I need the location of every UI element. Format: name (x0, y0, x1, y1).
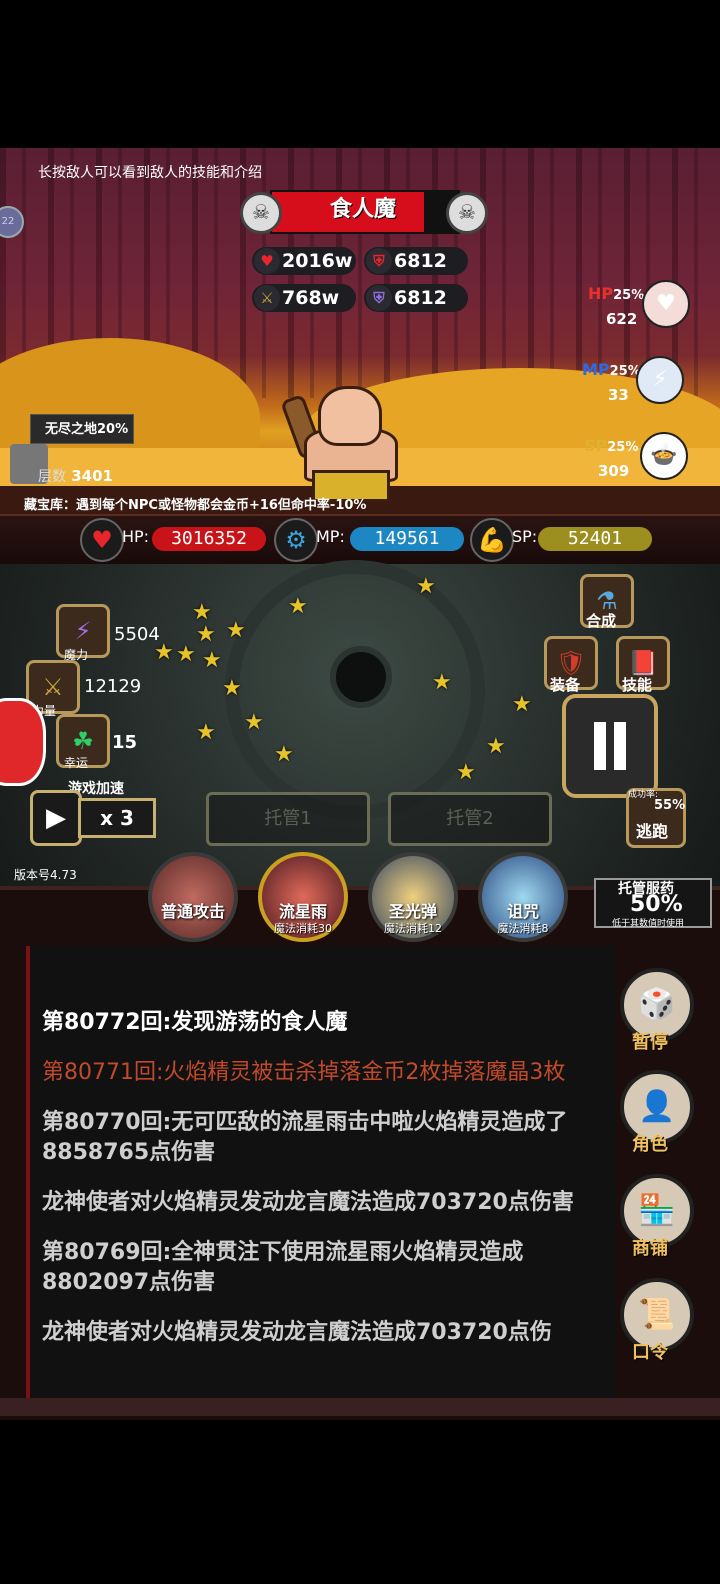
skull-icon: ☠ (240, 192, 282, 234)
log-entry: 龙神使者对火焰精灵发动龙言魔法造成703720点伤 (42, 1320, 552, 1345)
mp-potion-count: 33 (608, 386, 629, 404)
star-icon: ★ (196, 622, 216, 647)
escape-rate-value: 55% (654, 798, 686, 813)
equip-label: 装备 (550, 676, 581, 694)
skill-cost: 魔法消耗8 (497, 922, 549, 935)
magic-shield-icon: ⛨ (366, 285, 392, 311)
stage-name: 无尽之地20% (30, 414, 134, 444)
log-entry: 第80770回:无可匹敌的流星雨击中啦火焰精灵造成了8858765点伤害 (42, 1110, 568, 1165)
hp-potion-percent: HP25% (588, 284, 645, 303)
skill-name: 流星雨 (278, 902, 327, 921)
enemy-magic-defense-stat: ⛨ 6812 (364, 284, 468, 312)
skill-name: 普通攻击 (160, 902, 225, 921)
strength-icon: 💪 (470, 518, 514, 562)
treasure-hint: 藏宝库：遇到每个NPC或怪物都会金币+16但命中率-10% (24, 498, 367, 513)
hp-potion-icon[interactable]: ♥ (642, 280, 690, 328)
hp-potion-count: 622 (606, 310, 638, 328)
speed-multiplier[interactable]: x 3 (78, 798, 156, 838)
skill-cost: 魔法消耗12 (384, 922, 442, 935)
side-menu-code[interactable]: 口令 (632, 1338, 668, 1364)
star-icon: ★ (222, 676, 242, 701)
star-icon: ★ (432, 670, 452, 695)
auto-potion-note: 低于其数值时使用 (612, 919, 685, 929)
skill-name: 诅咒 (506, 902, 539, 921)
layer-info: 层数 3401 (38, 466, 113, 486)
star-icon: ★ (176, 642, 196, 667)
enemy-name[interactable]: 食人魔 (270, 190, 456, 230)
mp-potion-percent: MP25% (582, 360, 641, 379)
sword-icon: ⚔ (254, 285, 280, 311)
sp-bar-value: 52401 (538, 527, 652, 551)
log-entry: 第80769回:全神贯注下使用流星雨火焰精灵造成8802097点伤害 (42, 1240, 524, 1295)
profile-avatar[interactable] (0, 698, 46, 786)
mp-label: MP: (316, 527, 345, 546)
star-icon: ★ (274, 742, 294, 767)
decorative-hub (330, 646, 392, 708)
heart-icon: ♥ (80, 518, 124, 562)
side-menu-pause[interactable]: 暂停 (632, 1028, 668, 1054)
enemy-defense-value: 6812 (394, 250, 447, 272)
auto-button-1[interactable]: 托管1 (206, 792, 370, 846)
star-icon: ★ (512, 692, 532, 717)
luck-value: 15 (112, 732, 138, 753)
layer-label: 层数 (38, 469, 66, 485)
star-icon: ★ (486, 734, 506, 759)
auto-button-2[interactable]: 托管2 (388, 792, 552, 846)
star-icon: ★ (196, 720, 216, 745)
battle-log[interactable]: 第80772回:发现游荡的食人魔 第80771回:火焰精灵被击杀掉落金币2枚掉落… (26, 946, 616, 1398)
side-menu-shop[interactable]: 商铺 (632, 1234, 668, 1260)
skill-normal-attack[interactable] (148, 852, 238, 942)
heart-icon: ♥ (254, 248, 280, 274)
log-entry: 龙神使者对火焰精灵发动龙言魔法造成703720点伤害 (42, 1190, 574, 1215)
sp-label: SP: (512, 527, 538, 546)
mp-icon: ⚙ (274, 518, 318, 562)
escape-label: 逃跑 (636, 822, 669, 841)
hint-text: 长按敌人可以看到敌人的技能和介绍 (38, 165, 262, 181)
star-icon: ★ (202, 648, 222, 673)
bottom-border (0, 1398, 720, 1416)
log-entry: 第80772回:发现游荡的食人魔 (42, 1010, 348, 1035)
shield-icon: ⛨ (366, 248, 392, 274)
enemy-hp-value: 2016w (282, 250, 353, 272)
synthesize-label: 合成 (586, 612, 617, 630)
version-text: 版本号4.73 (14, 868, 77, 882)
sp-potion-percent: SP25% (584, 436, 639, 455)
skull-icon: ☠ (446, 192, 488, 234)
enemy-defense-stat: ⛨ 6812 (364, 247, 468, 275)
enemy-attack-stat: ⚔ 768w (252, 284, 356, 312)
hp-label: HP: (122, 527, 150, 546)
star-icon: ★ (226, 618, 246, 643)
strength-value: 12129 (84, 676, 142, 697)
hp-bar-value: 3016352 (152, 527, 266, 551)
enemy-magic-defense-value: 6812 (394, 287, 447, 309)
luck-label: 幸运 (64, 756, 89, 770)
mp-potion-icon[interactable]: ⚡ (636, 356, 684, 404)
enemy-attack-value: 768w (282, 287, 340, 309)
enemy-hp-stat: ♥ 2016w (252, 247, 356, 275)
magic-value: 5504 (114, 624, 160, 645)
star-icon: ★ (456, 760, 476, 785)
sp-potion-count: 309 (598, 462, 630, 480)
log-entry: 第80771回:火焰精灵被击杀掉落金币2枚掉落魔晶3枚 (42, 1060, 566, 1085)
star-icon: ★ (244, 710, 264, 735)
auto-potion-value: 50% (630, 892, 683, 917)
pause-button[interactable] (562, 694, 658, 798)
mp-bar-value: 149561 (350, 527, 464, 551)
speed-play-button[interactable]: ▶ (30, 790, 82, 846)
skill-name: 圣光弹 (388, 902, 437, 921)
skill-cost: 魔法消耗30 (274, 922, 332, 935)
sp-food-icon[interactable]: 🍲 (640, 432, 688, 480)
side-menu-character[interactable]: 角色 (632, 1130, 668, 1156)
skill-label: 技能 (622, 676, 653, 694)
layer-value: 3401 (71, 467, 113, 485)
star-icon: ★ (416, 574, 436, 599)
star-icon: ★ (288, 594, 308, 619)
enemy-sprite[interactable] (318, 386, 382, 446)
